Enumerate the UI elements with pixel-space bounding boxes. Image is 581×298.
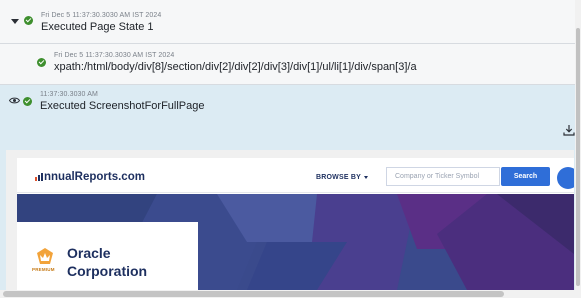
step-message: Executed Page State 1	[41, 21, 154, 33]
chat-widget-icon[interactable]	[557, 167, 574, 189]
company-card: PREMIUM Oracle Corporation	[17, 222, 198, 290]
vertical-scroll-thumb[interactable]	[576, 28, 580, 286]
step-timestamp: 11:37:30.3030 AM	[40, 91, 98, 98]
step-timestamp: Fri Dec 5 11:37:30.3030 AM IST 2024	[54, 52, 175, 59]
download-icon[interactable]	[563, 124, 575, 136]
premium-label: PREMIUM	[32, 267, 55, 272]
search-button[interactable]: Search	[501, 167, 550, 186]
vertical-scrollbar[interactable]	[575, 0, 581, 298]
annualreports-page: nnualReports.com BROWSE BY Company or Ti…	[17, 158, 574, 290]
full-page-screenshot[interactable]: nnualReports.com BROWSE BY Company or Ti…	[6, 150, 574, 290]
collapse-caret-icon[interactable]	[11, 19, 19, 24]
step-message: xpath:/html/body/div[8]/section/div[2]/d…	[54, 61, 417, 73]
chevron-down-icon	[363, 175, 368, 179]
premium-crown-icon	[37, 248, 53, 264]
success-check-icon	[23, 97, 32, 106]
log-step-page-state[interactable]: Fri Dec 5 11:37:30.3030 AM IST 2024 Exec…	[0, 0, 575, 44]
log-step-xpath[interactable]: Fri Dec 5 11:37:30.3030 AM IST 2024 xpat…	[0, 44, 575, 85]
browse-by-menu[interactable]: BROWSE BY	[316, 174, 368, 181]
step-timestamp: Fri Dec 5 11:37:30.3030 AM IST 2024	[41, 12, 162, 19]
browse-by-label: BROWSE BY	[316, 174, 361, 181]
eye-icon[interactable]	[9, 97, 20, 104]
site-logo-text[interactable]: nnualReports.com	[44, 171, 145, 183]
annualreports-logo-icon	[35, 173, 43, 181]
step-message: Executed ScreenshotForFullPage	[40, 100, 205, 112]
success-check-icon	[24, 16, 33, 25]
company-name[interactable]: Oracle Corporation	[67, 244, 187, 280]
company-search-input[interactable]: Company or Ticker Symbol	[386, 167, 500, 186]
test-report-log: Fri Dec 5 11:37:30.3030 AM IST 2024 Exec…	[0, 0, 581, 298]
horizontal-scrollbar[interactable]	[0, 290, 575, 298]
success-check-icon	[37, 58, 46, 67]
site-header: nnualReports.com BROWSE BY Company or Ti…	[17, 158, 574, 193]
horizontal-scroll-thumb[interactable]	[3, 291, 504, 297]
